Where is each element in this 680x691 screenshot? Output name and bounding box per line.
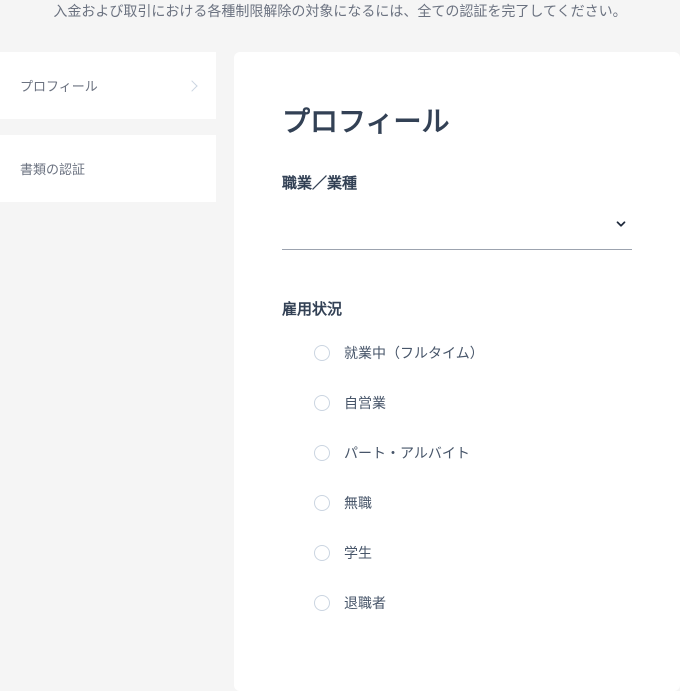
occupation-select[interactable]	[282, 217, 632, 250]
occupation-value	[282, 217, 632, 237]
sidebar-item-profile[interactable]: プロフィール	[0, 52, 216, 119]
radio-circle-icon	[314, 445, 330, 461]
main-card: プロフィール 職業／業種 雇用状況 就業中（フルタイム） 自営業 パート・アル	[234, 52, 680, 691]
employment-radio-group: 就業中（フルタイム） 自営業 パート・アルバイト 無職 学生 退職者	[282, 343, 632, 613]
radio-label: 自営業	[344, 393, 386, 413]
radio-circle-icon	[314, 395, 330, 411]
employment-label: 雇用状況	[282, 298, 632, 319]
radio-label: パート・アルバイト	[344, 443, 470, 463]
main-container: プロフィール 書類の認証 プロフィール 職業／業種 雇用状況 就業中（フルタイム…	[0, 52, 680, 691]
radio-item-unemployed[interactable]: 無職	[314, 493, 632, 513]
chevron-right-icon	[186, 80, 197, 91]
sidebar-item-label: 書類の認証	[20, 159, 85, 178]
radio-item-fulltime[interactable]: 就業中（フルタイム）	[314, 343, 632, 363]
radio-item-parttime[interactable]: パート・アルバイト	[314, 443, 632, 463]
chevron-down-icon	[614, 217, 628, 231]
page-title: プロフィール	[282, 100, 632, 140]
radio-item-retired[interactable]: 退職者	[314, 593, 632, 613]
radio-label: 無職	[344, 493, 372, 513]
sidebar-item-documents[interactable]: 書類の認証	[0, 135, 216, 202]
sidebar: プロフィール 書類の認証	[0, 52, 216, 691]
radio-label: 就業中（フルタイム）	[344, 343, 484, 363]
occupation-label: 職業／業種	[282, 172, 632, 193]
radio-circle-icon	[314, 495, 330, 511]
header-notice: 入金および取引における各種制限解除の対象になるには、全ての認証を完了してください…	[0, 0, 680, 52]
radio-circle-icon	[314, 345, 330, 361]
radio-item-selfemployed[interactable]: 自営業	[314, 393, 632, 413]
radio-label: 退職者	[344, 593, 386, 613]
sidebar-item-label: プロフィール	[20, 76, 98, 95]
radio-label: 学生	[344, 543, 372, 563]
radio-circle-icon	[314, 595, 330, 611]
radio-circle-icon	[314, 545, 330, 561]
radio-item-student[interactable]: 学生	[314, 543, 632, 563]
